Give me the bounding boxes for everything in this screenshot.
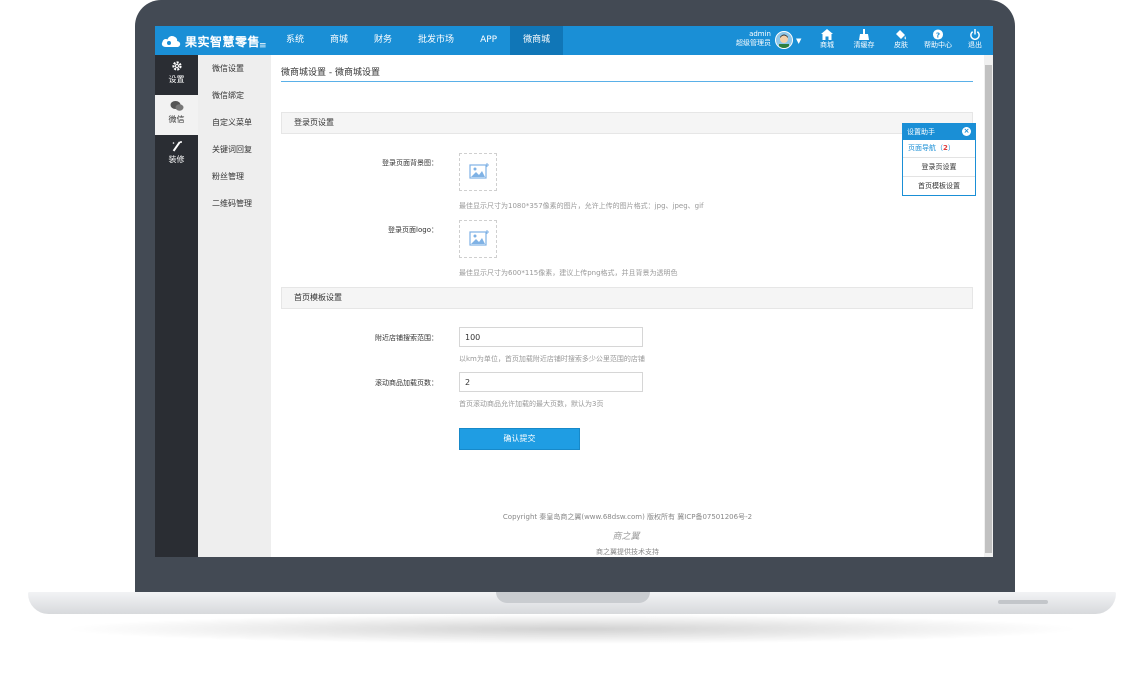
page-title: 微商城设置 - 微商城设置 bbox=[281, 68, 380, 78]
user-name: admin bbox=[749, 30, 771, 38]
range-label: 附近店铺搜索范围： bbox=[375, 334, 438, 342]
logo-upload[interactable] bbox=[459, 220, 497, 258]
logo-hint: 最佳显示尺寸为600*115像素，建议上传png格式，并且背景为透明色 bbox=[459, 269, 678, 277]
nav-item-mall[interactable]: 商城 bbox=[317, 26, 361, 55]
helper-page-nav: 页面导航（2） bbox=[903, 140, 975, 158]
magic-wand-icon bbox=[172, 141, 182, 152]
menu-collapse-icon[interactable]: ≡ bbox=[259, 41, 267, 51]
tool-home[interactable]: 商城 bbox=[810, 29, 844, 50]
tool-home-label: 商城 bbox=[820, 41, 834, 49]
tool-skin[interactable]: 皮肤 bbox=[884, 29, 918, 50]
laptop-notch bbox=[496, 592, 650, 603]
submenu-item-wechat-settings[interactable]: 微信设置 bbox=[198, 55, 271, 82]
settings-helper-panel: 设置助手 × 页面导航（2） 登录页设置 首页模板设置 bbox=[902, 123, 976, 196]
tool-skin-label: 皮肤 bbox=[894, 41, 908, 49]
close-icon[interactable]: × bbox=[962, 127, 971, 136]
laptop-shadow bbox=[60, 614, 1084, 644]
help-icon: ? bbox=[932, 29, 944, 40]
brand-logo[interactable]: 果实智慧零售 bbox=[161, 31, 260, 51]
power-icon bbox=[970, 29, 980, 40]
range-input[interactable] bbox=[459, 327, 643, 347]
bg-image-label: 登录页面背景图： bbox=[382, 159, 438, 167]
helper-nav-open: （ bbox=[936, 144, 943, 152]
helper-title: 设置助手 bbox=[907, 128, 935, 136]
submenu-item-custom-menu[interactable]: 自定义菜单 bbox=[198, 109, 271, 136]
section-header-login: 登录页设置 bbox=[281, 112, 973, 134]
tool-help-label: 帮助中心 bbox=[924, 41, 952, 49]
footer-copyright: Copyright 秦皇岛商之翼(www.68dsw.com) 版权所有 冀IC… bbox=[502, 513, 753, 521]
section-header-home: 首页模板设置 bbox=[281, 287, 973, 309]
submit-button[interactable]: 确认提交 bbox=[459, 428, 580, 450]
helper-header: 设置助手 × bbox=[903, 124, 975, 140]
wechat-icon bbox=[170, 101, 183, 111]
logo-label: 登录页面logo： bbox=[388, 226, 438, 234]
leftbar-wechat-label: 微信 bbox=[168, 115, 185, 124]
user-role: 超级管理员 bbox=[736, 39, 771, 47]
pages-label: 滚动商品加载页数： bbox=[375, 379, 438, 387]
gear-icon bbox=[171, 61, 182, 71]
leftbar-item-settings[interactable]: 设置 bbox=[155, 55, 198, 95]
vertical-scrollbar[interactable] bbox=[984, 55, 993, 557]
sub-menu: 微信设置 微信绑定 自定义菜单 关键词回复 粉丝管理 二维码管理 bbox=[198, 55, 271, 557]
submenu-item-qrcode[interactable]: 二维码管理 bbox=[198, 190, 271, 217]
helper-link-login[interactable]: 登录页设置 bbox=[903, 158, 975, 177]
nav-item-micro-mall[interactable]: 微商城 bbox=[510, 26, 564, 55]
top-bar: 果实智慧零售 ≡ 系统 商城 财务 批发市场 APP 微商城 admin 超级管… bbox=[155, 26, 993, 55]
user-info[interactable]: admin 超级管理员 bbox=[725, 30, 771, 48]
tool-clear-cache-label: 清缓存 bbox=[853, 41, 875, 49]
brand-name: 果实智慧零售 bbox=[185, 34, 261, 49]
helper-link-home-template[interactable]: 首页模板设置 bbox=[903, 177, 975, 195]
pages-hint: 首页滚动商品允许加载的最大页数，默认为3页 bbox=[459, 400, 604, 408]
footer-support: 商之翼提供技术支持 bbox=[596, 548, 659, 556]
nav-item-system[interactable]: 系统 bbox=[273, 26, 317, 55]
scrollbar-thumb[interactable] bbox=[985, 65, 992, 553]
title-divider bbox=[281, 81, 973, 82]
bg-image-hint: 最佳显示尺寸为1080*357像素的图片，允许上传的图片格式：jpg、jpeg、… bbox=[459, 202, 704, 210]
app-screen: 果实智慧零售 ≡ 系统 商城 财务 批发市场 APP 微商城 admin 超级管… bbox=[155, 26, 993, 557]
tool-help[interactable]: ? 帮助中心 bbox=[921, 29, 955, 50]
submenu-item-keyword-reply[interactable]: 关键词回复 bbox=[198, 136, 271, 163]
pages-input[interactable] bbox=[459, 372, 643, 392]
image-upload-icon bbox=[469, 230, 489, 246]
nav-item-app[interactable]: APP bbox=[467, 26, 510, 55]
bg-image-upload[interactable] bbox=[459, 153, 497, 191]
range-hint: 以km为单位，首页加载附近店铺时搜索多少公里范围的店铺 bbox=[459, 355, 645, 363]
chevron-down-icon[interactable]: ▼ bbox=[796, 37, 801, 45]
nav-item-wholesale[interactable]: 批发市场 bbox=[405, 26, 467, 55]
tool-logout[interactable]: 退出 bbox=[958, 29, 992, 50]
svg-text:?: ? bbox=[936, 30, 940, 39]
home-icon bbox=[821, 29, 833, 40]
submenu-item-fans[interactable]: 粉丝管理 bbox=[198, 163, 271, 190]
main-nav: 系统 商城 财务 批发市场 APP 微商城 bbox=[273, 26, 564, 55]
tool-logout-label: 退出 bbox=[968, 41, 982, 49]
nav-item-finance[interactable]: 财务 bbox=[361, 26, 405, 55]
broom-icon bbox=[859, 29, 869, 40]
avatar[interactable] bbox=[775, 31, 793, 49]
cloud-logo-icon bbox=[161, 34, 181, 48]
laptop-slot bbox=[998, 600, 1048, 604]
helper-nav-close: ） bbox=[947, 144, 955, 152]
footer-logo: 商之翼 bbox=[612, 532, 640, 542]
left-icon-bar: 设置 微信 装修 bbox=[155, 55, 198, 557]
helper-nav-label: 页面导航 bbox=[908, 144, 936, 152]
image-upload-icon bbox=[469, 163, 489, 179]
leftbar-settings-label: 设置 bbox=[168, 75, 185, 84]
submenu-item-wechat-binding[interactable]: 微信绑定 bbox=[198, 82, 271, 109]
paint-bucket-icon bbox=[896, 30, 906, 40]
leftbar-item-wechat[interactable]: 微信 bbox=[155, 95, 198, 135]
tool-clear-cache[interactable]: 清缓存 bbox=[847, 29, 881, 50]
leftbar-decorate-label: 装修 bbox=[168, 155, 185, 164]
main-content: 微商城设置 - 微商城设置 登录页设置 登录页面背景图： 最佳显示尺寸为1080… bbox=[271, 55, 984, 557]
leftbar-item-decorate[interactable]: 装修 bbox=[155, 135, 198, 175]
